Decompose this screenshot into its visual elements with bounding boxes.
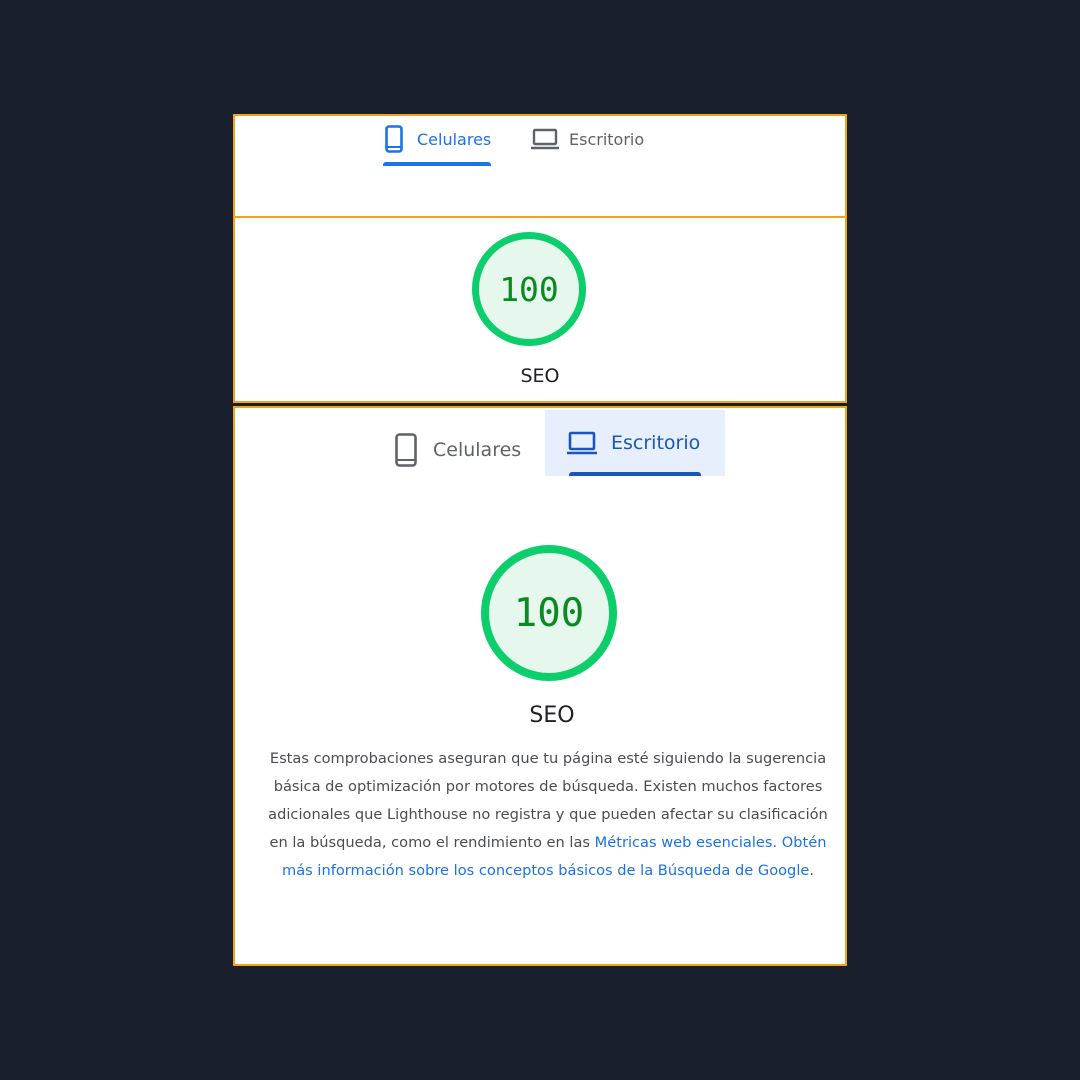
tab-celulares[interactable]: Celulares — [395, 424, 521, 476]
mobile-seo-score-panel: 100 SEO — [233, 216, 847, 403]
category-description: Estas comprobaciones aseguran que tu pág… — [265, 745, 831, 885]
tab-celulares-label: Celulares — [433, 439, 522, 461]
tab-celulares[interactable]: Celulares — [383, 122, 492, 166]
category-title: SEO — [520, 365, 560, 387]
smartphone-icon — [385, 125, 403, 153]
active-tab-indicator — [383, 162, 491, 166]
link-separator[interactable]: . — [773, 834, 782, 851]
tab-escritorio-label: Escritorio — [569, 129, 645, 149]
active-tab-indicator — [569, 472, 701, 476]
seo-score-value: 100 — [513, 590, 585, 636]
laptop-icon — [531, 128, 559, 150]
smartphone-icon — [395, 433, 417, 467]
desktop-seo-panel: Celulares Escritorio 100 SEO Estas compr… — [233, 406, 847, 966]
seo-score-gauge: 100 — [481, 545, 617, 681]
metricas-web-esenciales-link[interactable]: Métricas web esenciales — [595, 834, 773, 851]
seo-score-value: 100 — [499, 269, 559, 309]
tab-celulares-label: Celulares — [417, 129, 492, 149]
tab-escritorio[interactable]: Escritorio — [545, 410, 725, 476]
seo-score-gauge: 100 — [472, 232, 586, 346]
tab-escritorio-label: Escritorio — [611, 432, 701, 454]
category-title: SEO — [529, 703, 575, 728]
tabs-panel-mobile-view: Celulares Escritorio — [233, 114, 847, 218]
tab-escritorio[interactable]: Escritorio — [531, 122, 644, 156]
description-end: . — [809, 862, 814, 879]
laptop-icon — [567, 431, 597, 455]
